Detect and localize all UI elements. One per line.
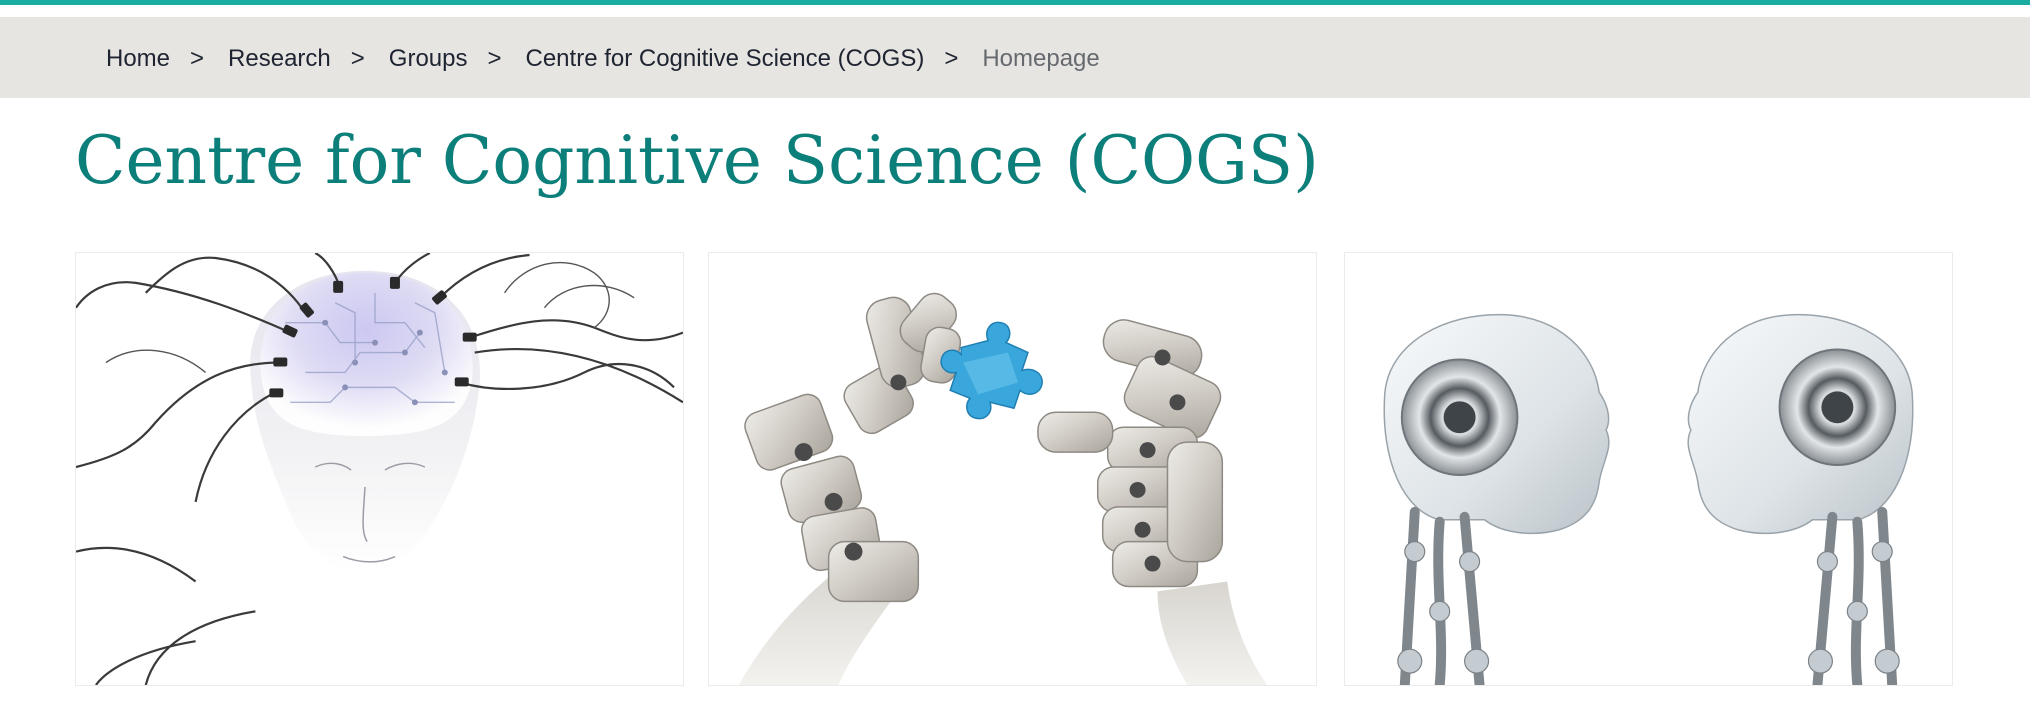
electrode-head-image [76, 253, 683, 685]
image-tile-electrode-head[interactable] [75, 252, 684, 686]
image-tile-robot-hands[interactable] [708, 252, 1317, 686]
breadcrumb-bar: Home > Research > Groups > Centre for Co… [0, 17, 2030, 98]
breadcrumb-link-groups[interactable]: Groups [389, 47, 468, 71]
breadcrumb-link-research[interactable]: Research [228, 47, 331, 71]
image-tile-robot-heads[interactable] [1344, 252, 1953, 686]
breadcrumb-separator: > [944, 45, 959, 72]
breadcrumb: Home > Research > Groups > Centre for Co… [106, 47, 1100, 71]
breadcrumb-current: Homepage [982, 45, 1100, 72]
breadcrumb-separator: > [350, 45, 365, 72]
breadcrumb-link-cogs[interactable]: Centre for Cognitive Science (COGS) [526, 47, 925, 71]
breadcrumb-link-home[interactable]: Home [106, 47, 170, 71]
robot-heads-image [1345, 253, 1952, 685]
robot-hands-puzzle-image [709, 253, 1316, 685]
breadcrumb-separator: > [190, 45, 205, 72]
top-accent-rule [0, 0, 2030, 5]
page-title: Centre for Cognitive Science (COGS) [75, 122, 1319, 199]
breadcrumb-separator: > [487, 45, 502, 72]
